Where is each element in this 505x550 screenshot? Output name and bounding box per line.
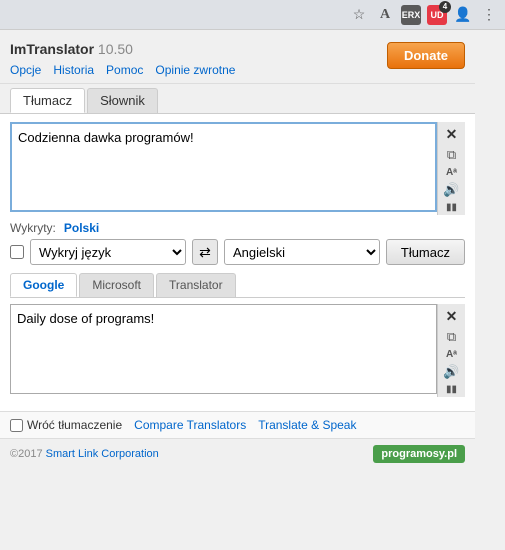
- tab-tlumacz[interactable]: Tłumacz: [10, 88, 85, 113]
- ud-icon[interactable]: UD 4: [427, 5, 447, 25]
- detected-language[interactable]: Polski: [64, 221, 99, 235]
- nav-historia[interactable]: Historia: [53, 63, 94, 77]
- chrome-bar: ☆ A ERX UD 4 👤 ⋮: [0, 0, 505, 30]
- compare-translators-link[interactable]: Compare Translators: [134, 418, 246, 432]
- result-output[interactable]: Daily dose of programs!: [10, 304, 437, 394]
- star-icon[interactable]: ☆: [349, 5, 369, 25]
- copyright-text: ©2017 Smart Link Corporation: [10, 448, 159, 460]
- source-input[interactable]: Codzienna dawka programów!: [10, 122, 437, 212]
- source-copy-icon[interactable]: ⧉: [442, 147, 462, 163]
- result-tabs: Google Microsoft Translator: [10, 273, 465, 298]
- result-tab-translator[interactable]: Translator: [156, 273, 236, 297]
- tab-slownik[interactable]: Słownik: [87, 88, 158, 113]
- result-tab-google[interactable]: Google: [10, 273, 77, 297]
- result-tab-microsoft[interactable]: Microsoft: [79, 273, 154, 297]
- language-row: Wykryj język ⇄ Angielski Tłumacz: [10, 239, 465, 265]
- result-chart-icon[interactable]: ▮▮: [442, 384, 462, 395]
- main-tabs: Tłumacz Słownik: [0, 84, 475, 114]
- detected-label: Wykryty:: [10, 221, 56, 235]
- erx-icon[interactable]: ERX: [401, 5, 421, 25]
- nav-pomoc[interactable]: Pomoc: [106, 63, 143, 77]
- company-link[interactable]: Smart Link Corporation: [46, 448, 159, 460]
- result-speaker-icon[interactable]: 🔊: [442, 364, 462, 380]
- swap-languages-button[interactable]: ⇄: [192, 239, 218, 265]
- menu-dots-icon[interactable]: ⋮: [479, 5, 499, 25]
- content-area: Codzienna dawka programów! ✕ ⧉ Aᵃ 🔊 ▮▮ W…: [0, 114, 475, 411]
- source-speaker-icon[interactable]: 🔊: [442, 182, 462, 198]
- main-panel: ImTranslator 10.50 Opcje Historia Pomoc …: [0, 30, 475, 469]
- result-copy-icon[interactable]: ⧉: [442, 329, 462, 345]
- person-icon[interactable]: 👤: [453, 5, 473, 25]
- auto-detect-checkbox[interactable]: [10, 245, 24, 259]
- nav-opinie[interactable]: Opinie zwrotne: [155, 63, 235, 77]
- header: ImTranslator 10.50 Opcje Historia Pomoc …: [0, 30, 475, 84]
- nav-links: Opcje Historia Pomoc Opinie zwrotne: [10, 63, 235, 77]
- programosy-badge[interactable]: programosy.pl: [373, 445, 465, 463]
- back-translate-label: Wróć tłumaczenie: [27, 418, 122, 432]
- result-textarea-wrapper: Daily dose of programs! ✕ ⧉ Aᵃ 🔊 ▮▮: [10, 304, 465, 397]
- donate-button[interactable]: Donate: [387, 42, 465, 69]
- copyright-year: ©2017: [10, 448, 43, 460]
- source-chart-icon[interactable]: ▮▮: [442, 202, 462, 213]
- translate-button[interactable]: Tłumacz: [386, 239, 465, 265]
- source-side-icons: ✕ ⧉ Aᵃ 🔊 ▮▮: [437, 122, 465, 215]
- from-language-select[interactable]: Wykryj język: [30, 239, 186, 265]
- header-left: ImTranslator 10.50 Opcje Historia Pomoc …: [10, 38, 235, 83]
- result-font-icon[interactable]: Aᵃ: [442, 349, 462, 360]
- footer: ©2017 Smart Link Corporation programosy.…: [0, 438, 475, 469]
- result-clear-icon[interactable]: ✕: [442, 308, 462, 325]
- source-textarea-wrapper: Codzienna dawka programów! ✕ ⧉ Aᵃ 🔊 ▮▮: [10, 122, 465, 215]
- bottom-bar: Wróć tłumaczenie Compare Translators Tra…: [0, 411, 475, 438]
- translate-speak-link[interactable]: Translate & Speak: [258, 418, 356, 432]
- source-font-icon[interactable]: Aᵃ: [442, 167, 462, 178]
- source-clear-icon[interactable]: ✕: [442, 126, 462, 143]
- back-translate-checkbox[interactable]: [10, 419, 23, 432]
- detected-row: Wykryty: Polski: [10, 221, 465, 235]
- result-side-icons: ✕ ⧉ Aᵃ 🔊 ▮▮: [437, 304, 465, 397]
- ud-badge: 4: [439, 1, 451, 13]
- nav-opcje[interactable]: Opcje: [10, 63, 41, 77]
- to-language-select[interactable]: Angielski: [224, 239, 380, 265]
- back-translate-section: Wróć tłumaczenie: [10, 418, 122, 432]
- font-icon[interactable]: A: [375, 5, 395, 25]
- app-title: ImTranslator 10.50: [10, 38, 235, 59]
